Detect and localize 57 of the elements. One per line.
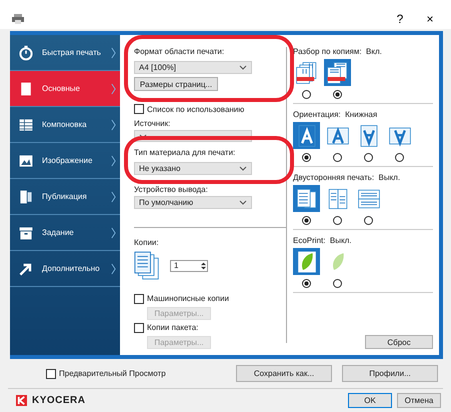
copies-icon [134, 250, 160, 281]
chevron-icon [111, 118, 116, 131]
box-icon [18, 224, 34, 241]
source-list-checkbox[interactable]: Список по использованию [134, 104, 280, 114]
setting-label: Ориентация: Книжная [293, 110, 378, 120]
setting-label: Разбор по копиям: Вкл. [293, 47, 382, 56]
print-area-dropdown[interactable]: A4 [100%] [134, 61, 252, 74]
radio-button[interactable] [302, 279, 311, 288]
radio-button[interactable] [395, 153, 404, 162]
ok-button[interactable]: OK [348, 392, 392, 408]
chevron-icon [111, 190, 116, 203]
grid-icon [18, 116, 34, 133]
radio-button[interactable] [364, 216, 373, 226]
field-label: Формат области печати: [134, 47, 226, 56]
eco-off-option-icon[interactable] [293, 248, 320, 276]
radio-button[interactable] [302, 90, 311, 100]
radio-button[interactable] [333, 90, 342, 100]
radio-button[interactable] [333, 216, 342, 226]
reset-button[interactable]: Сброс [365, 335, 433, 350]
chevron-icon [111, 82, 116, 95]
page-icon [18, 80, 34, 97]
radio-button[interactable] [302, 153, 311, 162]
radio-button[interactable] [302, 216, 311, 226]
field-label: Копии: [134, 238, 160, 247]
copies-spinbox[interactable]: 1 [170, 260, 208, 272]
help-button[interactable]: ? [385, 10, 415, 27]
stopwatch-icon [18, 44, 34, 61]
brand-name: KYOCERA [32, 394, 86, 406]
simplex-option-icon[interactable] [293, 185, 320, 212]
media-type-dropdown[interactable]: Не указано [134, 162, 252, 176]
close-button[interactable]: × [415, 10, 445, 27]
spinner-arrows-icon[interactable] [200, 260, 207, 271]
profiles-button[interactable]: Профили... [342, 365, 438, 382]
field-label: Устройство вывода: [134, 185, 209, 194]
page-sizes-button[interactable]: Размеры страниц... [134, 77, 218, 92]
field-label: Тип материала для печати: [134, 148, 236, 158]
setting-label: Двусторонняя печать: Выкл. [293, 173, 400, 182]
cancel-button[interactable]: Отмена [397, 392, 441, 408]
save-as-button[interactable]: Сохранить как... [236, 365, 332, 382]
chevron-icon [111, 262, 116, 275]
chevron-icon [111, 226, 116, 239]
booklet-icon [18, 188, 34, 205]
collated-option-icon[interactable] [324, 59, 351, 86]
chevron-icon [111, 46, 116, 59]
field-label: Источник: [134, 119, 172, 128]
setting-label: EcoPrint: Выкл. [293, 236, 352, 246]
picture-icon [18, 152, 34, 169]
radio-button[interactable] [333, 153, 342, 162]
portrait-option-icon[interactable] [293, 122, 320, 150]
logo-icon [16, 394, 27, 406]
chevron-icon [111, 154, 116, 167]
printer-icon [12, 14, 24, 24]
output-dropdown[interactable]: По умолчанию [134, 196, 252, 209]
preview-checkbox[interactable]: Предварительный Просмотр [46, 368, 226, 379]
radio-button[interactable] [333, 279, 342, 288]
radio-button[interactable] [364, 153, 373, 162]
sidebar-item[interactable]: Основные [10, 71, 120, 108]
